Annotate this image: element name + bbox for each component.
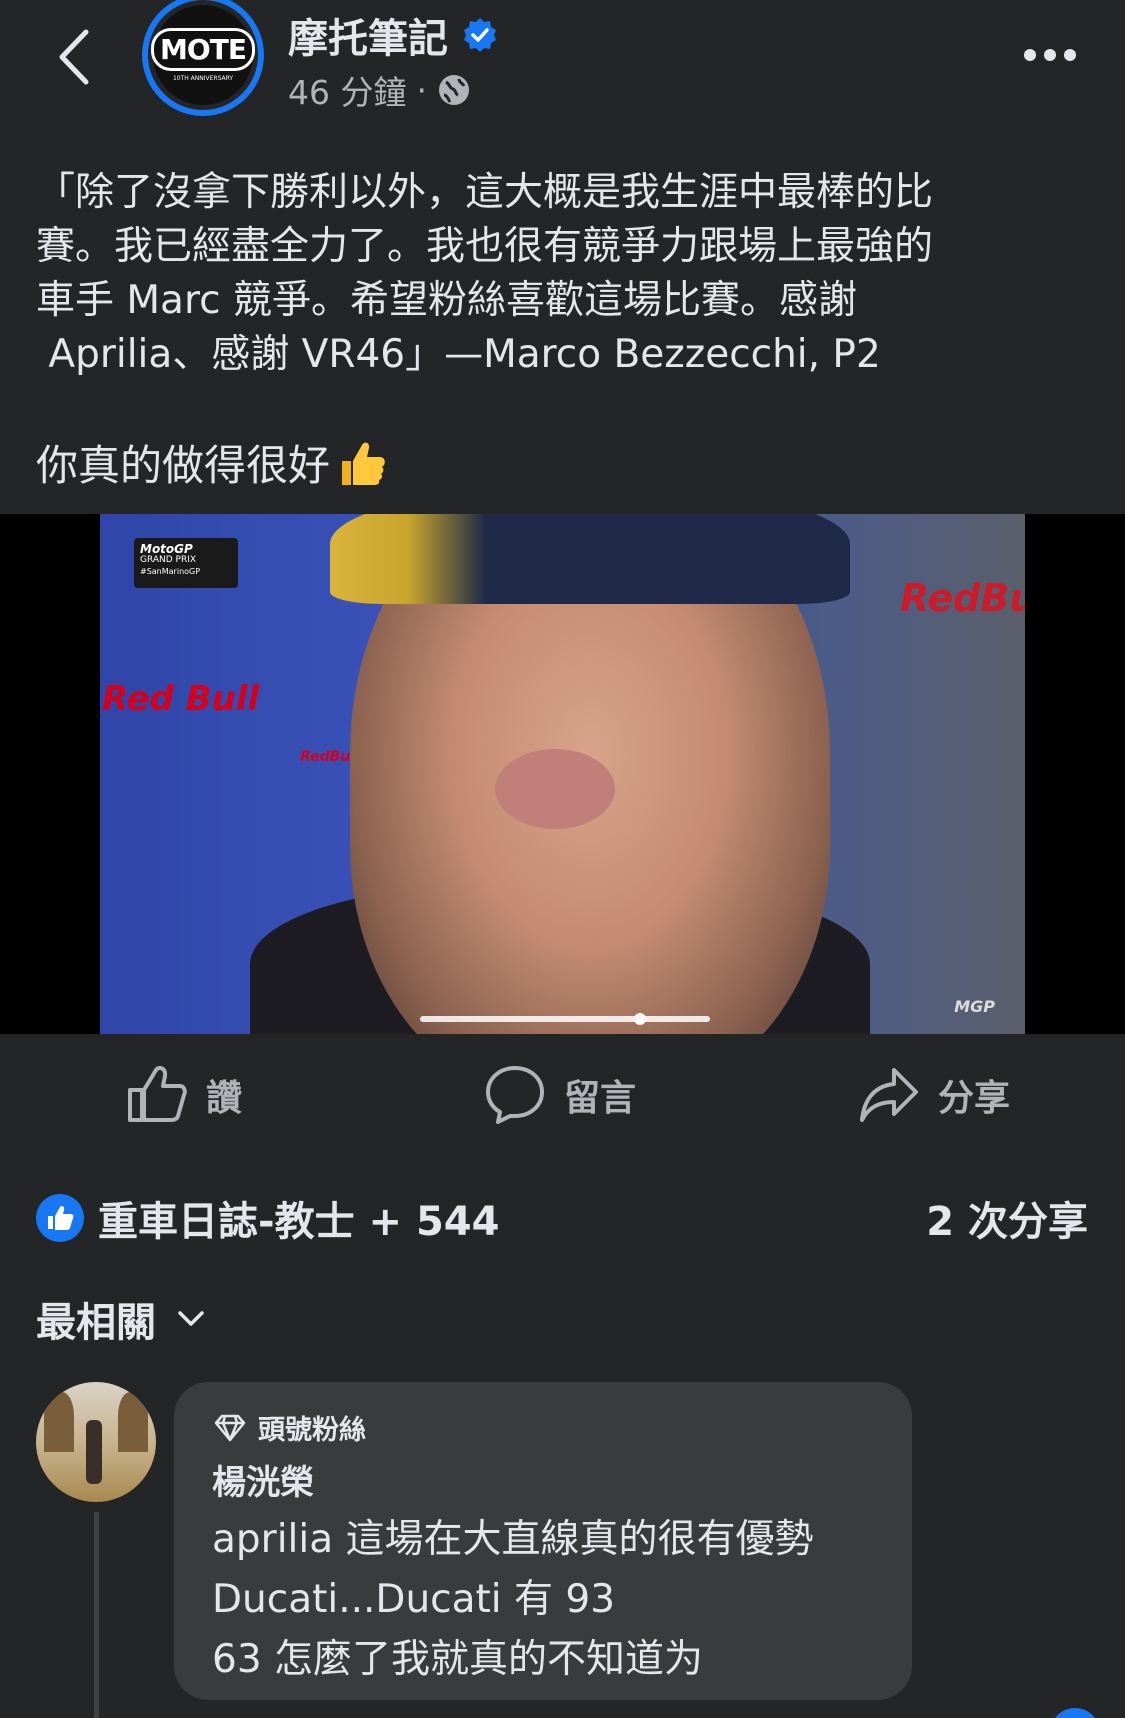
more-dot-icon [1044, 49, 1056, 61]
chevron-down-icon [178, 1311, 204, 1326]
post-meta: 46 分鐘 · [288, 66, 471, 114]
video-frame: Red Bull RedBull RedBull RedBull MotoGP … [100, 514, 1025, 1034]
more-dot-icon [1024, 49, 1036, 61]
post-text-line: 你真的做得很好 [36, 441, 331, 490]
post-text-second: 你真的做得很好 [36, 432, 388, 493]
overlay-line: GRAND PRIX [140, 555, 197, 565]
more-dot-icon [1064, 49, 1076, 61]
share-count[interactable]: 2 次分享 [926, 1189, 1088, 1247]
like-reaction-icon [36, 1194, 84, 1242]
logo-text: MOTE [151, 28, 255, 71]
comment-sort-dropdown[interactable]: 最相關 [36, 1290, 206, 1348]
video-progress-bar[interactable] [420, 1013, 710, 1025]
top-fan-badge: 頭號粉絲 [212, 1408, 874, 1447]
page-name-row: 摩托筆記 [288, 6, 498, 64]
page-name[interactable]: 摩托筆記 [288, 6, 448, 64]
comment-bubble[interactable]: 頭號粉絲 楊洸榮 aprilia 這場在大直線真的很有優勢 Ducati...D… [174, 1382, 912, 1700]
reaction-count: 重車日誌-教士 + 544 [98, 1199, 500, 1245]
comment-button[interactable]: 留言 [484, 1064, 636, 1126]
like-button[interactable]: 讚 [126, 1064, 242, 1126]
globe-icon [438, 75, 469, 105]
commenter-name[interactable]: 楊洸榮 [212, 1455, 874, 1504]
avatar-tree [118, 1392, 148, 1452]
comment-bubble-icon [486, 1066, 544, 1124]
rider-cap [330, 514, 850, 604]
post-header: MOTE 10TH ANNIVERSARY 摩托筆記 46 分鐘 · [0, 0, 1125, 130]
comment-label: 留言 [564, 1078, 637, 1119]
verified-badge-icon [464, 18, 496, 52]
scroll-indicator [1050, 1708, 1100, 1718]
page-logo: MOTE 10TH ANNIVERSARY [151, 5, 255, 105]
sort-label: 最相關 [36, 1300, 156, 1346]
share-arrow-icon [860, 1068, 918, 1122]
sponsor-logo: Red Bull [102, 679, 260, 719]
back-button[interactable] [48, 22, 98, 92]
share-label: 分享 [938, 1078, 1011, 1119]
comment-text: aprilia 這場在大直線真的很有優勢 Ducati...Ducati 有 9… [212, 1517, 814, 1682]
overlay-line: MotoGP [140, 542, 193, 556]
page-avatar[interactable]: MOTE 10TH ANNIVERSARY [142, 0, 264, 116]
post-time[interactable]: 46 分鐘 [288, 66, 406, 114]
like-label: 讚 [206, 1078, 243, 1119]
thumbs-up-icon [128, 1066, 187, 1122]
share-button[interactable]: 分享 [858, 1064, 1010, 1126]
reactions-row: 重車日誌-教士 + 544 2 次分享 [36, 1190, 1088, 1246]
sponsor-logo: RedBull [900, 576, 1025, 620]
thumbs-up-emoji-icon [342, 442, 385, 485]
post-video[interactable]: Red Bull RedBull RedBull RedBull MotoGP … [0, 514, 1125, 1034]
action-bar: 讚 留言 分享 [0, 1034, 1125, 1154]
commenter-avatar[interactable] [36, 1382, 156, 1502]
overlay-line: #SanMarinoGP [140, 567, 201, 576]
chevron-left-icon [59, 29, 89, 85]
avatar-tree [44, 1392, 74, 1452]
avatar-person [86, 1420, 102, 1484]
comment-thread-line [94, 1512, 99, 1718]
post-detail-screen: MOTE 10TH ANNIVERSARY 摩托筆記 46 分鐘 · 「除了沒拿… [0, 0, 1125, 1718]
motogp-overlay: MotoGP GRAND PRIX #SanMarinoGP [134, 538, 238, 588]
top-fan-label: 頭號粉絲 [258, 1415, 366, 1446]
logo-subtext: 10TH ANNIVERSARY [172, 75, 234, 82]
post-text: 「除了沒拿下勝利以外，這大概是我生涯中最棒的比 賽。我已經盡全力了。我也很有競爭… [36, 170, 934, 377]
motogp-corner-logo: MGP [954, 997, 995, 1016]
meta-separator: · [416, 70, 427, 110]
rider-lips [495, 749, 615, 829]
diamond-icon [214, 1414, 246, 1441]
reaction-summary[interactable]: 重車日誌-教士 + 544 [36, 1189, 499, 1247]
more-options-button[interactable] [1015, 40, 1085, 70]
